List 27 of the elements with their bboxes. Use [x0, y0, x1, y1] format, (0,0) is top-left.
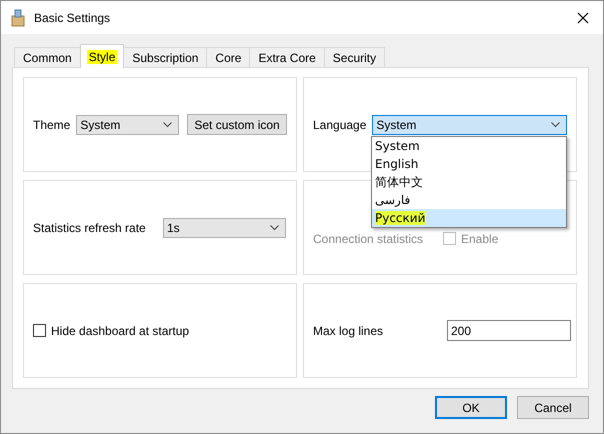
tab[interactable]: Security — [324, 47, 386, 68]
refresh-rate-dropdown[interactable]: 1s — [163, 218, 286, 238]
language-dropdown[interactable]: System — [372, 114, 567, 134]
tab[interactable]: Common — [14, 47, 81, 68]
tab[interactable]: Style — [80, 44, 124, 68]
chevron-down-icon — [551, 122, 560, 128]
field-label: Language — [313, 118, 366, 132]
dropdown-option[interactable]: فارسی — [372, 191, 566, 209]
app-icon — [10, 8, 26, 26]
dropdown-option[interactable]: 简体中文 — [372, 173, 566, 191]
window-title: Basic Settings — [34, 10, 110, 24]
set-icon-button[interactable]: Set custom icon — [187, 114, 287, 135]
chevron-down-icon — [163, 122, 172, 128]
dialog-button[interactable]: OK — [435, 396, 507, 419]
theme-dropdown[interactable]: System — [76, 114, 180, 134]
field-label: Connection statistics — [313, 232, 424, 246]
dropdown-option[interactable]: System — [372, 137, 566, 155]
hide-dashboard-checkbox[interactable]: Hide dashboard at startup — [33, 324, 190, 338]
dropdown-option[interactable]: English — [372, 155, 566, 173]
max-log-lines-input[interactable]: 200 — [447, 320, 571, 341]
dropdown-option[interactable]: Русский — [372, 209, 566, 227]
field-label: Statistics refresh rate — [33, 220, 147, 234]
field-label: Theme — [33, 118, 70, 132]
close-icon[interactable] — [577, 12, 589, 24]
dialog-button[interactable]: Cancel — [517, 396, 589, 419]
field-label: Max log lines — [313, 324, 384, 338]
chevron-down-icon — [270, 224, 279, 230]
